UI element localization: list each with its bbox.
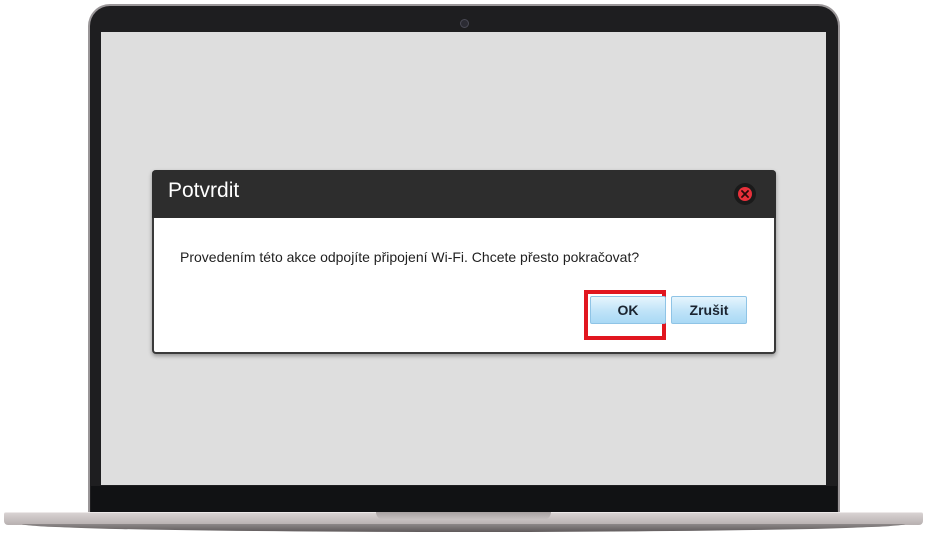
close-button[interactable] [734,183,756,205]
laptop-chin [91,486,837,512]
cancel-button[interactable]: Zrušit [671,296,747,324]
dialog-message: Provedením této akce odpojíte připojení … [180,249,640,265]
close-icon [738,187,752,201]
laptop-frame: Potvrdit Provedením této akce odpojíte p… [0,0,927,537]
dialog-header: Potvrdit [152,170,776,218]
laptop-foot [22,524,905,532]
laptop-notch [376,512,551,520]
ok-button[interactable]: OK [590,296,666,324]
camera-icon [460,19,469,28]
confirm-dialog: Potvrdit Provedením této akce odpojíte p… [152,170,776,354]
dialog-title: Potvrdit [168,179,240,202]
